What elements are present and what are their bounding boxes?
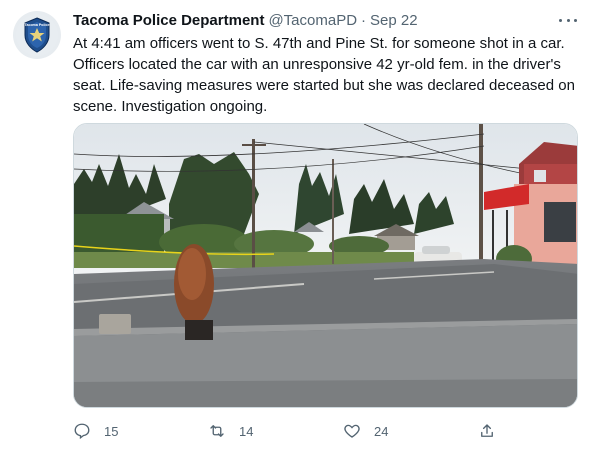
crime-scene-photo: [74, 124, 577, 407]
retweet-count: 14: [239, 423, 254, 439]
more-options-icon[interactable]: [559, 10, 577, 30]
share-button[interactable]: [478, 420, 496, 442]
author-name[interactable]: Tacoma Police Department: [73, 12, 264, 29]
like-count: 24: [374, 423, 389, 439]
separator-dot: ·: [361, 11, 367, 29]
police-badge-icon: Tacoma Police: [16, 14, 58, 56]
tweet-actions: 15 14 24: [73, 420, 503, 442]
tweet-date[interactable]: Sep 22: [370, 12, 418, 29]
avatar[interactable]: Tacoma Police: [13, 11, 61, 59]
tweet-text: At 4:41 am officers went to S. 47th and …: [73, 35, 575, 115]
tweet-photo[interactable]: [73, 123, 578, 408]
retweet-button[interactable]: 14: [208, 420, 253, 442]
reply-count: 15: [104, 423, 119, 439]
like-icon: [343, 422, 361, 440]
reply-button[interactable]: 15: [73, 420, 118, 442]
tweet-card[interactable]: Tacoma Police Tacoma Police Department @…: [0, 0, 595, 453]
share-icon: [478, 422, 496, 440]
svg-text:Tacoma Police: Tacoma Police: [25, 23, 50, 27]
tweet-header: Tacoma Police Department @TacomaPD · Sep…: [73, 10, 579, 30]
retweet-icon: [208, 422, 226, 440]
like-button[interactable]: 24: [343, 420, 388, 442]
reply-icon: [73, 422, 91, 440]
author-handle[interactable]: @TacomaPD: [268, 12, 357, 29]
